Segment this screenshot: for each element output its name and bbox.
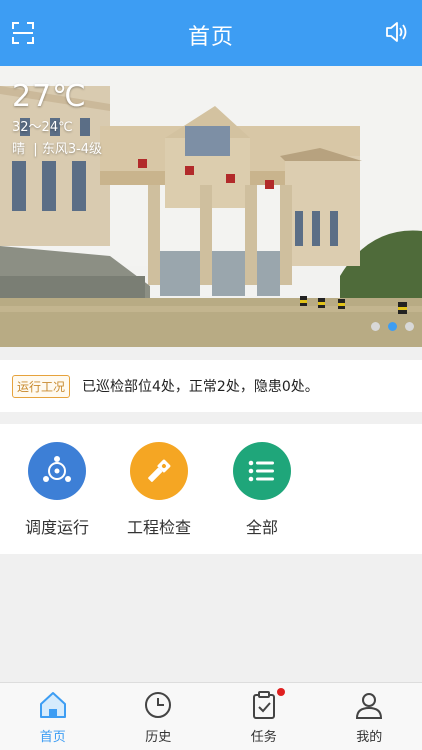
- clipboard-icon: [211, 690, 317, 720]
- menu-item-inspection[interactable]: 工程检查: [109, 442, 209, 538]
- menu-item-dispatch[interactable]: 调度运行: [7, 442, 107, 538]
- bottom-tab-bar: 首页 历史 任务 我的: [0, 682, 422, 750]
- wind-info: 东风3-4级: [41, 142, 103, 157]
- tab-label: 首页: [39, 730, 66, 745]
- dispatch-icon: [28, 442, 86, 500]
- weather-condition: 晴: [12, 142, 26, 157]
- tab-label: 任务: [250, 730, 277, 745]
- carousel-dot[interactable]: [371, 322, 380, 331]
- carousel-dot-active[interactable]: [388, 322, 397, 331]
- tab-mine[interactable]: 我的: [317, 683, 422, 750]
- carousel-dot[interactable]: [405, 322, 414, 331]
- menu-label: 全部: [245, 518, 278, 537]
- weather-divider: |: [29, 142, 42, 157]
- clock-icon: [106, 690, 212, 720]
- tab-home[interactable]: 首页: [0, 683, 106, 750]
- home-icon: [0, 690, 106, 720]
- status-summary: 已巡检部位4处，正常2处，隐患0处。: [82, 379, 319, 395]
- tab-label: 我的: [356, 730, 383, 745]
- weather-description: 晴 | 东风3-4级: [12, 138, 102, 157]
- temperature-range: 32～24℃: [12, 120, 73, 135]
- list-icon: [233, 442, 291, 500]
- user-icon: [317, 690, 422, 720]
- flashlight-icon: [130, 442, 188, 500]
- function-menu: 调度运行 工程检查 全部: [0, 424, 422, 554]
- tab-tasks[interactable]: 任务: [211, 683, 317, 750]
- carousel-indicator: [371, 322, 414, 331]
- menu-item-all[interactable]: 全部: [212, 442, 312, 538]
- menu-label: 工程检查: [126, 518, 191, 537]
- tab-label: 历史: [145, 730, 172, 745]
- menu-label: 调度运行: [24, 518, 89, 537]
- top-nav-bar: 首页: [0, 0, 422, 66]
- weather-widget: 27℃ 32～24℃ 晴 | 东风3-4级: [12, 79, 102, 158]
- tab-history[interactable]: 历史: [106, 683, 212, 750]
- operation-status-bar[interactable]: 运行工况 已巡检部位4处，正常2处，隐患0处。: [0, 360, 422, 412]
- temperature-value: 27℃: [12, 79, 87, 114]
- task-notification-badge: [277, 688, 285, 696]
- status-tag: 运行工况: [12, 374, 71, 398]
- speaker-icon[interactable]: [385, 21, 409, 43]
- page-title: 首页: [187, 25, 234, 50]
